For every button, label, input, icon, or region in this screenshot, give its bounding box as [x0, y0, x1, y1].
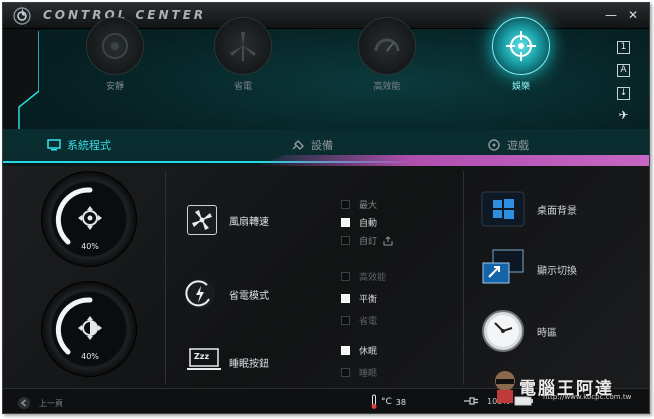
watermark: 電腦王阿達 http://www.kocpc.com.tw	[491, 369, 631, 403]
fan-speed-label: 風扇轉速	[229, 217, 269, 228]
sleep-laptop-icon: Zzz	[187, 347, 221, 371]
checkbox[interactable]	[341, 346, 350, 355]
tab-games[interactable]: 遊戲	[487, 137, 529, 153]
back-arrow-icon	[18, 397, 30, 409]
mode-performance-label: 高效能	[373, 82, 401, 92]
airplane-icon[interactable]: ✈	[617, 109, 630, 123]
close-button[interactable]: ✕	[625, 7, 641, 23]
control-center-window: CONTROL CENTER — ✕ 安靜 省電 高效能 娛樂 1 A ↓ ✈	[2, 2, 650, 414]
gauge-icon	[358, 17, 416, 75]
monitor-icon	[47, 139, 61, 151]
fan-option-max-label: 最大	[359, 201, 378, 211]
mode-power-saving-label: 省電	[233, 82, 252, 92]
checkbox[interactable]	[341, 200, 350, 209]
sleep-icon-text: Zzz	[194, 352, 210, 361]
checkbox[interactable]	[341, 294, 350, 303]
app-logo-icon	[13, 7, 31, 25]
clock-icon	[482, 310, 524, 352]
checkbox[interactable]	[341, 272, 350, 281]
tool-time-zone-label: 時區	[537, 327, 557, 339]
mode-quiet[interactable]: 安靜	[75, 17, 155, 92]
fan-option-auto[interactable]: 自動	[341, 216, 377, 229]
crosshair-icon	[78, 206, 102, 230]
mode-quiet-label: 安靜	[105, 82, 124, 92]
brightness-dial[interactable]: 40%	[41, 281, 137, 377]
tool-display-switch-label: 顯示切換	[537, 265, 577, 277]
key-1-icon[interactable]: 1	[617, 41, 630, 54]
mode-power-saving[interactable]: 省電	[203, 17, 283, 92]
power-option-performance[interactable]: 高效能	[341, 270, 386, 283]
power-plug-icon	[185, 279, 215, 309]
fan-option-max[interactable]: 最大	[341, 198, 377, 211]
temperature-readout: °C 38	[369, 394, 406, 410]
sleep-button-label: 睡眠按鈕	[229, 359, 269, 370]
tool-display-switch[interactable]: 顯示切換	[481, 249, 577, 289]
temperature-unit: °C	[381, 397, 392, 407]
mode-entertainment-label: 娛樂	[511, 82, 530, 92]
display-switch-icon	[482, 249, 524, 284]
temperature-value: 38	[395, 397, 406, 407]
checkbox[interactable]	[341, 316, 350, 325]
mode-entertainment[interactable]: 娛樂	[481, 17, 561, 92]
download-icon[interactable]: ↓	[617, 87, 630, 100]
tool-time-zone[interactable]: 時區	[481, 309, 557, 353]
power-option-performance-label: 高效能	[359, 273, 387, 283]
watermark-url: http://www.kocpc.com.tw	[543, 393, 632, 401]
sleep-option-sleep-label: 睡眠	[359, 369, 378, 379]
mode-performance[interactable]: 高效能	[347, 17, 427, 92]
tab-devices[interactable]: 設備	[291, 137, 333, 153]
power-cable-icon	[464, 397, 478, 405]
tab-games-label: 遊戲	[507, 139, 529, 152]
fan-icon	[86, 17, 144, 75]
tab-devices-label: 設備	[311, 139, 333, 152]
column-divider	[165, 171, 166, 385]
checkbox[interactable]	[341, 218, 350, 227]
brightness-icon	[78, 316, 102, 340]
mascot-logo-icon	[495, 371, 515, 403]
tab-system-programs-label: 系統程式	[67, 139, 111, 152]
minimize-button[interactable]: —	[603, 7, 619, 23]
gamepad-icon	[488, 139, 500, 151]
power-option-saving[interactable]: 省電	[341, 314, 377, 327]
power-option-saving-label: 省電	[359, 317, 378, 327]
volume-value: 40%	[81, 242, 99, 251]
desktop-icon	[481, 191, 525, 227]
plug-icon	[292, 140, 304, 150]
thermometer-icon	[371, 394, 377, 409]
power-mode-label: 省電模式	[229, 291, 269, 302]
back-label: 上一頁	[39, 398, 63, 408]
power-option-balanced-label: 平衡	[359, 295, 378, 305]
sleep-option-hibernate-label: 休眠	[359, 347, 378, 357]
fan-speed-icon	[187, 205, 217, 235]
volume-dial[interactable]: 40%	[41, 171, 137, 267]
sleep-option-sleep[interactable]: 睡眠	[341, 366, 377, 379]
target-icon	[492, 17, 550, 75]
windmill-icon	[214, 17, 272, 75]
checkbox[interactable]	[341, 368, 350, 377]
key-a-icon[interactable]: A	[617, 64, 630, 77]
tab-system-programs[interactable]: 系統程式	[47, 137, 111, 153]
column-divider	[463, 171, 464, 385]
checkbox[interactable]	[341, 236, 350, 245]
back-button[interactable]: 上一頁	[17, 396, 63, 410]
brightness-value: 40%	[81, 352, 99, 361]
fan-option-custom[interactable]: 自訂	[341, 234, 393, 247]
tool-desktop-background[interactable]: 桌面背景	[481, 191, 577, 227]
power-option-balanced[interactable]: 平衡	[341, 292, 377, 305]
settings-shortcut-icon[interactable]	[383, 235, 393, 246]
tool-desktop-background-label: 桌面背景	[537, 205, 577, 217]
fan-option-auto-label: 自動	[359, 219, 378, 229]
fan-option-custom-label: 自訂	[359, 237, 378, 247]
sleep-option-hibernate[interactable]: 休眠	[341, 344, 377, 357]
